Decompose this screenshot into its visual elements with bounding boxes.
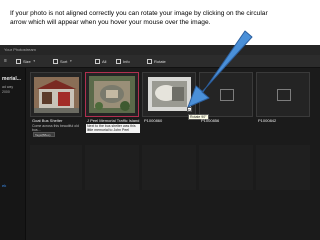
- album-title: merial...: [2, 76, 21, 82]
- instruction-caption: If your photo is not aligned correctly y…: [10, 10, 268, 26]
- size-button[interactable]: Size ▼: [16, 58, 36, 65]
- chevron-down-icon: ▼: [69, 59, 73, 63]
- photo-thumbnail-p1000842[interactable]: [256, 72, 310, 117]
- info-icon: [116, 59, 121, 64]
- chevron-down-icon: ▼: [32, 59, 36, 63]
- info-button[interactable]: Info: [116, 58, 130, 65]
- memorial-photo: [89, 76, 135, 113]
- p1000860-photo: [148, 77, 191, 111]
- all-label: All: [102, 59, 107, 64]
- info-label: Info: [123, 59, 130, 64]
- rotate-toolbar-button[interactable]: Rotate: [147, 58, 166, 65]
- size-icon: [16, 59, 21, 64]
- rotate-label: Rotate: [154, 59, 166, 64]
- bus-shelter-photo: [34, 77, 79, 113]
- photo-title-bus-shelter: Goat Bus Shelter: [32, 118, 63, 123]
- photo-placeholder: [220, 89, 234, 101]
- album-info-panel: merial... ad way 2000 ek: [0, 68, 26, 240]
- sidebar-link[interactable]: ek: [2, 183, 6, 188]
- album-location: ad way: [2, 85, 14, 89]
- photo-description-memorial[interactable]: Next to the bus shelter was this little …: [86, 124, 140, 133]
- all-button[interactable]: All: [95, 58, 106, 65]
- sort-button[interactable]: Sort ▼: [53, 58, 72, 65]
- photo-placeholder: [277, 89, 291, 101]
- sort-label: Sort: [60, 59, 68, 64]
- rotate-toolbar-icon: [147, 59, 152, 64]
- menu-icon[interactable]: ≡: [4, 58, 7, 65]
- rotate-icon[interactable]: ↻: [187, 107, 192, 113]
- photo-thumbnail-row2[interactable]: [256, 145, 310, 190]
- photo-thumbnail-row2[interactable]: [199, 145, 253, 190]
- photo-title-p1000842: P1000842: [258, 118, 277, 123]
- photo-title-p1000856: P1000856: [201, 118, 220, 123]
- toolbar: ≡ Size ▼ Sort ▼ All Info Rotate: [0, 55, 320, 68]
- photo-organizer-window: Your Photostream ≡ Size ▼ Sort ▼ All Inf…: [0, 45, 320, 240]
- window-title: Your Photostream: [0, 45, 320, 55]
- photo-thumbnail-memorial[interactable]: [85, 72, 139, 117]
- photo-title-p1000860: P1000860: [144, 118, 163, 123]
- grid-icon: [95, 59, 100, 64]
- album-date: 2000: [2, 90, 10, 94]
- photo-thumbnail-p1000860[interactable]: ↻: [142, 72, 196, 117]
- tags-field[interactable]: Tags(BBus): [33, 132, 55, 137]
- photo-thumbnail-bus-shelter[interactable]: [30, 72, 82, 117]
- photo-thumbnail-row2[interactable]: [85, 145, 139, 190]
- sort-icon: [53, 59, 58, 64]
- photo-thumbnail-row2[interactable]: [142, 145, 196, 190]
- size-label: Size: [23, 59, 31, 64]
- photo-thumbnail-row2[interactable]: [30, 145, 82, 190]
- photo-thumbnail-p1000856[interactable]: [199, 72, 253, 117]
- photo-title-memorial: J Peel Memorial Traffic Island: [87, 118, 140, 123]
